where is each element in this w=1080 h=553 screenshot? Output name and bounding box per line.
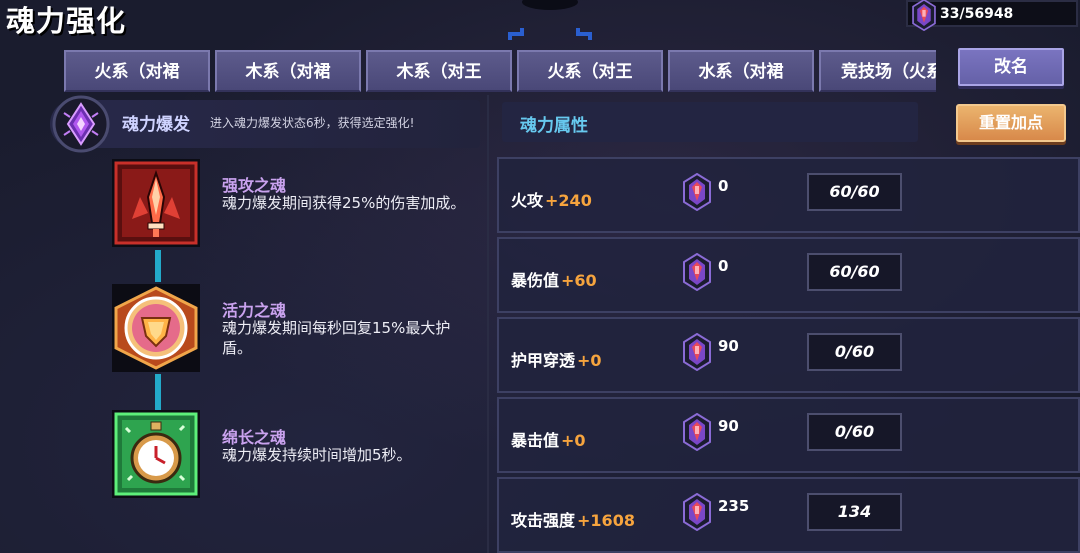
currency-value: 33/56948 [940, 5, 1014, 22]
soul-gem-icon [683, 173, 711, 211]
attribute-bonus: +0 [577, 351, 602, 370]
tab-fire-vs-group[interactable]: 火系（对裙 [64, 50, 210, 92]
top-ornament [508, 0, 592, 40]
tab-arena-fire[interactable]: 竞技场（火系 [819, 50, 936, 92]
sword-soul-icon[interactable] [110, 157, 202, 249]
attribute-name: 暴伤值 +60 [511, 271, 597, 290]
attribute-row-crit-damage: 暴伤值 +60 0 60/60 [497, 237, 1080, 313]
tab-wood-vs-boss[interactable]: 木系（对王 [366, 50, 512, 92]
soul-gem-icon [683, 413, 711, 451]
tab-water-vs-group[interactable]: 水系（对裙 [668, 50, 814, 92]
attribute-level-box[interactable]: 134 [807, 493, 902, 531]
attributes-title: 魂力属性 [520, 116, 588, 136]
attribute-row-attack-power: 攻击强度 +1608 235 134 [497, 477, 1080, 553]
attribute-cost: 0 [718, 177, 729, 195]
soul-connector [155, 374, 161, 410]
soul-desc-endurance: 魂力爆发持续时间增加5秒。 [222, 446, 412, 464]
stopwatch-soul-icon[interactable] [110, 408, 202, 500]
currency-display: 33/56948 [906, 0, 1078, 31]
attribute-level-box[interactable]: 0/60 [807, 413, 902, 451]
soul-gem-icon [683, 333, 711, 371]
attribute-level-box[interactable]: 60/60 [807, 253, 902, 291]
attribute-level-box[interactable]: 0/60 [807, 333, 902, 371]
soul-connector [155, 250, 161, 282]
soul-burst-icon [52, 95, 110, 153]
attribute-name: 护甲穿透 +0 [511, 351, 602, 370]
attribute-row-fire-attack: 火攻 +240 0 60/60 [497, 157, 1080, 233]
attribute-bonus: +1608 [577, 511, 635, 530]
tab-wood-vs-group[interactable]: 木系（对裙 [215, 50, 361, 92]
rename-button[interactable]: 改名 [958, 48, 1064, 86]
soul-gem-icon [683, 253, 711, 291]
attribute-row-armor-penetration: 护甲穿透 +0 90 0/60 [497, 317, 1080, 393]
attribute-name: 攻击强度 +1608 [511, 511, 635, 530]
soul-gem-icon [912, 0, 936, 31]
attribute-cost: 90 [718, 417, 739, 435]
attribute-cost: 235 [718, 497, 750, 515]
shield-soul-icon[interactable] [110, 282, 202, 374]
attribute-name: 火攻 +240 [511, 191, 592, 210]
attribute-bonus: +60 [561, 271, 597, 290]
tab-fire-vs-boss[interactable]: 火系（对王 [517, 50, 663, 92]
attribute-cost: 90 [718, 337, 739, 355]
soul-gem-icon [683, 493, 711, 531]
page-title: 魂力强化 [6, 4, 127, 38]
soul-desc-vitality: 魂力爆发期间每秒回复15%最大护盾。 [222, 319, 451, 357]
attribute-name: 暴击值 +0 [511, 431, 586, 450]
reset-points-button[interactable]: 重置加点 [956, 104, 1066, 142]
attribute-cost: 0 [718, 257, 729, 275]
panel-divider [487, 95, 489, 553]
soul-burst-title: 魂力爆发 [122, 115, 190, 135]
attribute-level-box[interactable]: 60/60 [807, 173, 902, 211]
soul-desc-strong-attack: 魂力爆发期间获得25%的伤害加成。 [222, 194, 466, 212]
loadout-tabs: 火系（对裙 木系（对裙 木系（对王 火系（对王 水系（对裙 竞技场（火系 [64, 50, 936, 92]
attribute-bonus: +240 [545, 191, 592, 210]
attribute-bonus: +0 [561, 431, 586, 450]
soul-burst-description: 进入魂力爆发状态6秒，获得选定强化! [210, 116, 415, 130]
attribute-row-crit-rate: 暴击值 +0 90 0/60 [497, 397, 1080, 473]
